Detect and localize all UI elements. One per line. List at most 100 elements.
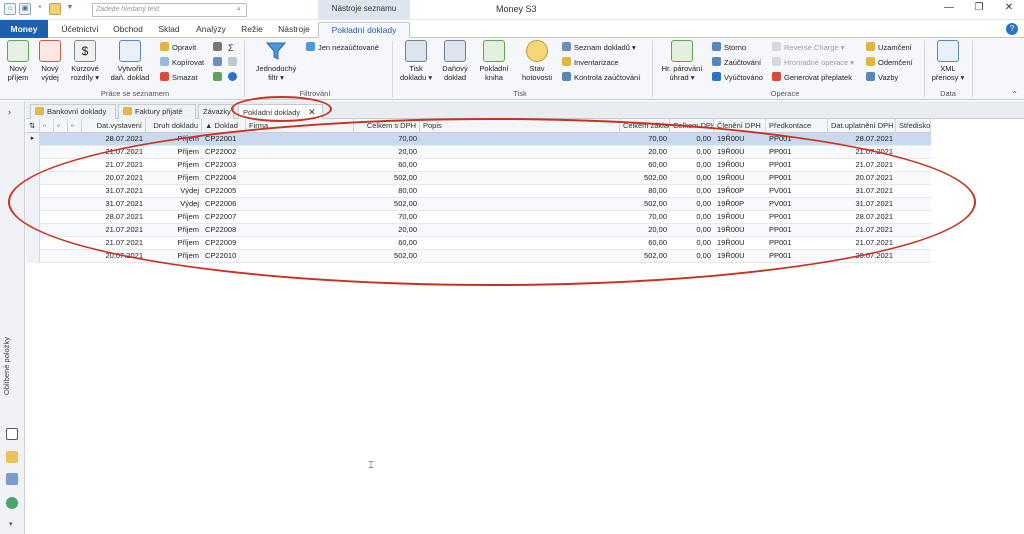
col-doklad[interactable]: ▲ Doklad bbox=[202, 119, 246, 133]
attach-column-icon[interactable]: ▫ bbox=[54, 119, 68, 133]
create-tax-document-button[interactable]: Vytvořit daň. doklad bbox=[106, 40, 154, 82]
row-selector[interactable] bbox=[26, 185, 40, 198]
tip-icon[interactable]: • bbox=[34, 3, 46, 15]
lock-column-icon[interactable]: ▫ bbox=[40, 119, 54, 133]
globe-icon[interactable] bbox=[6, 497, 18, 509]
new-receipt-button[interactable]: Nový příjem bbox=[4, 40, 32, 82]
tab-bankovni-doklady[interactable]: Bankovní doklady bbox=[30, 104, 116, 119]
row-selector[interactable] bbox=[26, 237, 40, 250]
posting-button[interactable]: Zaúčtování bbox=[712, 57, 761, 69]
table-row[interactable]: 31.07.2021 Výdej CP22006 502,00 502,00 0,00 19… bbox=[26, 198, 931, 211]
tab-rezie[interactable]: Režie bbox=[236, 22, 268, 38]
row-selector[interactable] bbox=[26, 224, 40, 237]
row-selector[interactable] bbox=[26, 159, 40, 172]
col-dat-uplatneni-dph[interactable]: Dat.uplatnění DPH bbox=[828, 119, 896, 133]
minimize-icon[interactable]: — bbox=[940, 2, 958, 13]
simple-filter-button[interactable]: Jednoduchý filtr ▾ bbox=[252, 40, 300, 82]
col-firma[interactable]: Firma bbox=[246, 119, 354, 133]
edit-button[interactable]: Opravit bbox=[160, 42, 196, 54]
check-posting-button[interactable]: Kontrola zaúčtování bbox=[562, 72, 640, 84]
table-row[interactable]: ▸ 28.07.2021 Příjem CP22001 70,00 70,00 0,00 19… bbox=[26, 133, 931, 146]
mail-button[interactable] bbox=[228, 57, 240, 69]
cash-state-button[interactable]: Stav hotovosti bbox=[518, 40, 556, 82]
row-selector[interactable] bbox=[26, 172, 40, 185]
exchange-differences-button[interactable]: $ Kurzové rozdíly ▾ bbox=[68, 40, 102, 82]
flag-column-icon[interactable]: ▫ bbox=[68, 119, 82, 133]
col-celkem-s-dph[interactable]: Celkem s DPH bbox=[354, 119, 420, 133]
tab-faktury-prijate[interactable]: Faktury přijaté bbox=[118, 104, 196, 119]
row-selector[interactable] bbox=[26, 250, 40, 263]
copy-button[interactable]: Kopírovat bbox=[160, 57, 204, 69]
table-row[interactable]: 21.07.2021 Příjem CP22002 20,00 20,00 0,00 19Ř… bbox=[26, 146, 931, 159]
tab-money[interactable]: Money bbox=[0, 20, 48, 38]
tab-ucetnictvi[interactable]: Účetnictví bbox=[57, 22, 103, 38]
tab-sklad[interactable]: Sklad bbox=[152, 22, 186, 38]
scroll-down-icon[interactable]: ▾ bbox=[9, 520, 13, 528]
close-icon[interactable]: ✕ bbox=[1000, 2, 1018, 13]
generate-overpayment-button[interactable]: Generovat přeplatek bbox=[772, 72, 852, 84]
tab-obchod[interactable]: Obchod bbox=[108, 22, 148, 38]
cash-book-button[interactable]: Pokladní kniha bbox=[476, 40, 512, 82]
attach-button[interactable] bbox=[213, 42, 225, 54]
filter-icon[interactable]: ▼ bbox=[64, 3, 76, 15]
favorites-label[interactable]: Oblíbené položky bbox=[2, 326, 22, 406]
table-row[interactable]: 21.07.2021 Příjem CP22009 60,00 60,00 0,00 19Ř… bbox=[26, 237, 931, 250]
row-selector[interactable] bbox=[26, 198, 40, 211]
col-predkontace[interactable]: Předkontace bbox=[766, 119, 828, 133]
only-unposted-button[interactable]: Jen nezaúčtované bbox=[306, 42, 379, 54]
document-icon[interactable] bbox=[6, 428, 18, 440]
search-input[interactable]: Zadejte hledaný text ⌕ bbox=[92, 3, 247, 17]
tab-analyzy[interactable]: Analýzy bbox=[190, 22, 232, 38]
expand-sidebar-icon[interactable]: › bbox=[8, 107, 11, 117]
help-icon[interactable]: ? bbox=[1006, 23, 1018, 35]
table-row[interactable]: 21.07.2021 Příjem CP22008 20,00 20,00 0,00 19Ř… bbox=[26, 224, 931, 237]
document-list-button[interactable]: Seznam dokladů ▾ bbox=[562, 42, 636, 54]
col-druh-dokladu[interactable]: Druh dokladu bbox=[146, 119, 202, 133]
payment-pairing-button[interactable]: Hr. párování úhrad ▾ bbox=[658, 40, 706, 82]
links-button[interactable]: Vazby bbox=[866, 72, 898, 84]
save-icon[interactable]: ▣ bbox=[19, 3, 31, 15]
export-button[interactable] bbox=[213, 72, 225, 84]
row-selector[interactable] bbox=[26, 146, 40, 159]
col-stredisko[interactable]: Středisko bbox=[896, 119, 931, 133]
tab-nastroje[interactable]: Nástroje bbox=[272, 22, 316, 38]
storno-button[interactable]: Storno bbox=[712, 42, 746, 54]
search-icon[interactable]: ⌕ bbox=[233, 4, 245, 16]
table-row[interactable]: 31.07.2021 Výdej CP22005 80,00 80,00 0,00 19Ř0… bbox=[26, 185, 931, 198]
sum-button[interactable]: Σ bbox=[228, 42, 241, 54]
folder-icon[interactable] bbox=[6, 451, 18, 463]
table-row[interactable]: 20.07.2021 Příjem CP22010 502,00 502,00 0,00 1… bbox=[26, 250, 931, 263]
tax-doc-print-button[interactable]: Daňový doklad bbox=[438, 40, 472, 82]
new-expense-button[interactable]: Nový výdej bbox=[36, 40, 64, 82]
table-row[interactable]: 20.07.2021 Příjem CP22004 502,00 502,00 0,00 1… bbox=[26, 172, 931, 185]
settled-button[interactable]: Vyúčtováno bbox=[712, 72, 763, 84]
delete-button[interactable]: Smazat bbox=[160, 72, 197, 84]
print-small-button[interactable] bbox=[213, 57, 225, 69]
calculator-icon[interactable] bbox=[6, 473, 18, 485]
table-row[interactable]: 28.07.2021 Příjem CP22007 70,00 70,00 0,00 19Ř… bbox=[26, 211, 931, 224]
col-dat-vystaveni[interactable]: Dat.vystavení bbox=[82, 119, 146, 133]
col-celkem-zaklad[interactable]: Celkem základ bbox=[620, 119, 670, 133]
tab-zavazky[interactable]: Závazky bbox=[198, 104, 234, 119]
lock-button[interactable]: Uzamčení bbox=[866, 42, 912, 54]
select-all-icon[interactable]: ⇅ bbox=[26, 119, 40, 133]
home-icon[interactable]: ⌂ bbox=[4, 3, 16, 15]
table-row[interactable]: 21.07.2021 Příjem CP22003 60,00 60,00 0,00 19Ř… bbox=[26, 159, 931, 172]
inventory-button[interactable]: Inventarizace bbox=[562, 57, 619, 69]
print-document-button[interactable]: Tisk dokladu ▾ bbox=[400, 40, 432, 82]
collapse-ribbon-icon[interactable]: ⌃ bbox=[1011, 90, 1018, 99]
xml-transfers-button[interactable]: XML přenosy ▾ bbox=[930, 40, 966, 82]
col-celkem-dph[interactable]: Celkem DPH bbox=[670, 119, 714, 133]
bulk-operations-button[interactable]: Hromadné operace ▾ bbox=[772, 57, 854, 69]
col-popis[interactable]: Popis bbox=[420, 119, 620, 133]
row-selector[interactable] bbox=[26, 211, 40, 224]
maximize-icon[interactable]: ❐ bbox=[970, 2, 988, 13]
info-button[interactable] bbox=[228, 72, 240, 84]
reverse-charge-button[interactable]: Reverse Charge ▾ bbox=[772, 42, 844, 54]
row-selector[interactable]: ▸ bbox=[26, 133, 40, 146]
tab-pokladni-doklady-doc[interactable]: Pokladní doklady ✕ bbox=[238, 104, 323, 119]
unlock-button[interactable]: Odemčení bbox=[866, 57, 913, 69]
close-tab-icon[interactable]: ✕ bbox=[308, 107, 316, 117]
tab-pokladni-doklady[interactable]: Pokladní doklady bbox=[318, 22, 410, 39]
col-cleneni-dph[interactable]: Členění DPH bbox=[714, 119, 766, 133]
